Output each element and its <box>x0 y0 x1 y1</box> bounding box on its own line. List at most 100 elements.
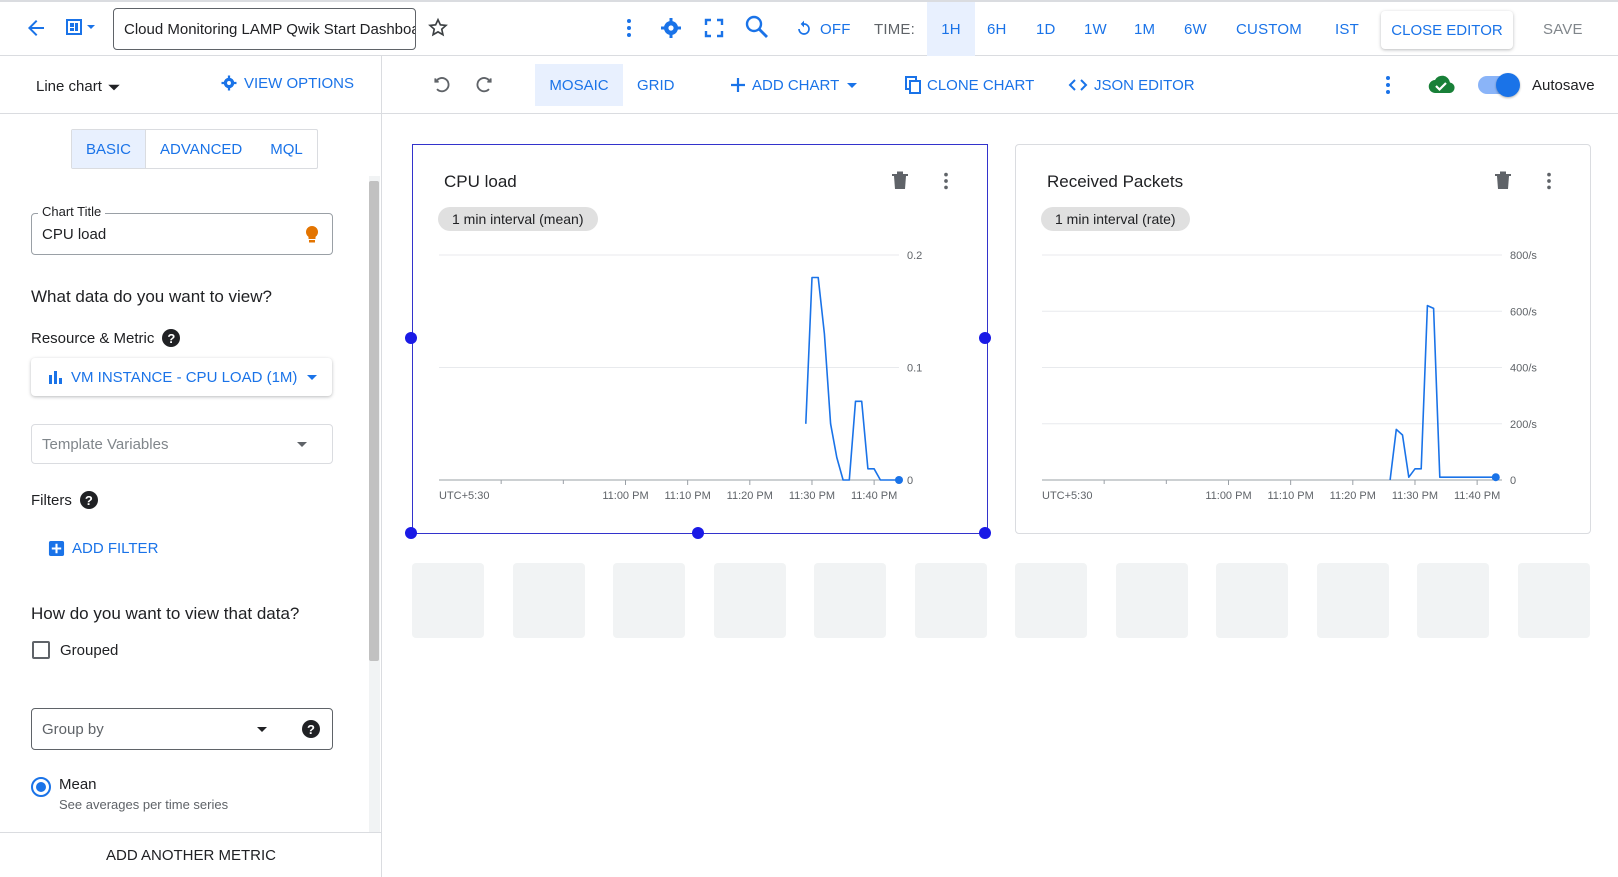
data-question: What data do you want to view? <box>31 287 272 306</box>
star-icon[interactable] <box>427 17 449 39</box>
lightbulb-icon[interactable] <box>304 224 320 246</box>
grouped-checkbox[interactable] <box>32 641 50 659</box>
autosave-toggle-knob[interactable] <box>1496 73 1520 97</box>
received-packets-plot: 800/s 600/s 400/s 200/s 0 UTC+5:30 11:00 PM 11:… <box>1042 250 1537 502</box>
save-button[interactable]: SAVE <box>1543 2 1583 56</box>
mean-description: See averages per time series <box>59 797 229 812</box>
x-tick-label: 11:40 PM <box>851 490 897 502</box>
mean-radio-row[interactable]: Mean See averages per time series <box>31 776 228 812</box>
time-range-1d[interactable]: 1D <box>1036 2 1056 56</box>
close-editor-button[interactable]: CLOSE EDITOR <box>1381 11 1513 49</box>
dashboard-picker[interactable] <box>64 16 98 38</box>
layout-mosaic-button[interactable]: MOSAIC <box>535 64 623 106</box>
y-tick-label: 800/s <box>1510 250 1537 262</box>
time-range-6h[interactable]: 6H <box>987 2 1007 56</box>
time-label: TIME: <box>874 20 915 38</box>
chevron-down-icon <box>87 25 95 29</box>
tab-mql[interactable]: MQL <box>256 130 317 168</box>
resize-handle-bottom-left[interactable] <box>405 527 417 539</box>
cloud-done-icon <box>1428 75 1455 94</box>
clone-chart-button[interactable]: CLONE CHART <box>905 56 1034 114</box>
more-vert-icon[interactable] <box>1376 73 1400 97</box>
view-options-button[interactable]: VIEW OPTIONS <box>220 74 354 92</box>
scrollbar-thumb[interactable] <box>369 181 379 661</box>
editor-header: Line chart VIEW OPTIONS <box>0 56 381 114</box>
x-tick-label: 11:00 PM <box>602 490 648 502</box>
code-icon <box>1068 79 1088 91</box>
y-tick-label: 0 <box>1510 475 1516 487</box>
timezone-button[interactable]: IST <box>1335 2 1359 56</box>
time-range-1h[interactable]: 1H <box>927 2 975 56</box>
series-line[interactable] <box>1389 304 1496 481</box>
chart-type-select[interactable]: Line chart <box>36 78 122 95</box>
time-range-1m[interactable]: 1M <box>1134 2 1155 56</box>
add-filter-button[interactable]: ADD FILTER <box>48 540 158 557</box>
gear-icon <box>221 75 237 91</box>
chart-card-received-packets[interactable]: Received Packets 1 min interval (rate) 8… <box>1015 144 1591 534</box>
y-tick-label: 0.1 <box>907 363 922 375</box>
add-filter-label: ADD FILTER <box>72 540 159 557</box>
placeholder-tile <box>713 563 786 638</box>
time-range-1w[interactable]: 1W <box>1084 2 1107 56</box>
grouped-checkbox-row[interactable]: Grouped <box>32 641 118 659</box>
latest-point[interactable] <box>895 476 903 484</box>
chart-card-cpu-load[interactable]: CPU load 1 min interval (mean) 0.2 0.1 0 UT… <box>412 144 988 534</box>
template-variables-select[interactable]: Template Variables <box>31 424 333 464</box>
resize-handle-right[interactable] <box>979 332 991 344</box>
layout-grid-button[interactable]: GRID <box>637 56 675 114</box>
series-line[interactable] <box>805 276 899 481</box>
json-editor-button[interactable]: JSON EDITOR <box>1068 56 1195 114</box>
resize-handle-bottom-right[interactable] <box>979 527 991 539</box>
tab-basic[interactable]: BASIC <box>72 130 147 168</box>
placeholder-tile <box>1015 563 1087 638</box>
resize-handle-bottom[interactable] <box>692 527 704 539</box>
back-arrow-icon[interactable] <box>24 16 48 40</box>
y-tick-label: 0 <box>907 475 913 487</box>
chart-title-field[interactable]: CPU load <box>31 213 333 255</box>
x-tick-label: 11:10 PM <box>1268 490 1314 502</box>
json-editor-label: JSON EDITOR <box>1094 76 1195 94</box>
fullscreen-icon[interactable] <box>702 16 726 40</box>
help-icon[interactable]: ? <box>162 329 181 347</box>
plus-icon <box>731 78 745 92</box>
dashboard-icon <box>66 19 82 35</box>
placeholder-tile <box>613 563 685 638</box>
x-tick-label: 11:30 PM <box>1392 490 1438 502</box>
redo-icon[interactable] <box>474 75 494 95</box>
mean-radio[interactable] <box>31 777 51 797</box>
group-by-select[interactable]: Group by ? <box>31 708 333 750</box>
more-vert-icon[interactable] <box>617 16 641 40</box>
autosave-label: Autosave <box>1532 76 1595 94</box>
chevron-down-icon <box>307 375 318 380</box>
chart-toolbar: MOSAIC GRID ADD CHART CLONE CHART JSON E… <box>382 56 1618 114</box>
placeholder-tile <box>1316 563 1389 638</box>
gear-icon[interactable] <box>659 16 683 40</box>
view-options-label: VIEW OPTIONS <box>244 74 355 92</box>
refresh-icon <box>798 20 810 35</box>
x-tick-label: 11:20 PM <box>1330 490 1376 502</box>
chevron-down-icon <box>847 83 858 88</box>
time-range-6w[interactable]: 6W <box>1184 2 1207 56</box>
resize-handle-left[interactable] <box>405 332 417 344</box>
undo-icon[interactable] <box>432 75 452 95</box>
filters-heading: Filters ? <box>31 491 98 509</box>
auto-refresh-button[interactable]: OFF <box>794 2 851 56</box>
x-tick-label: 11:30 PM <box>789 490 835 502</box>
y-tick-label: 400/s <box>1510 363 1537 375</box>
bar-chart-icon <box>49 371 62 384</box>
zoom-search-icon[interactable] <box>744 14 770 40</box>
add-chart-button[interactable]: ADD CHART <box>730 56 859 114</box>
add-another-metric-button[interactable]: ADD ANOTHER METRIC <box>0 832 381 877</box>
dashboard-title-input[interactable]: Cloud Monitoring LAMP Qwik Start Dashboa… <box>113 8 416 50</box>
editor-mode-tabs: BASIC ADVANCED MQL <box>71 129 318 169</box>
x-tick-label: UTC+5:30 <box>1042 490 1092 502</box>
y-tick-label: 0.2 <box>907 250 922 262</box>
chevron-down-icon <box>108 84 120 90</box>
metric-select-button[interactable]: VM INSTANCE - CPU LOAD (1M) <box>31 358 332 396</box>
placeholder-tile <box>412 563 484 638</box>
help-icon[interactable]: ? <box>302 720 320 738</box>
tab-advanced[interactable]: ADVANCED <box>146 130 256 168</box>
time-range-custom[interactable]: CUSTOM <box>1236 2 1302 56</box>
latest-point[interactable] <box>1491 473 1500 482</box>
help-icon[interactable]: ? <box>79 491 98 509</box>
